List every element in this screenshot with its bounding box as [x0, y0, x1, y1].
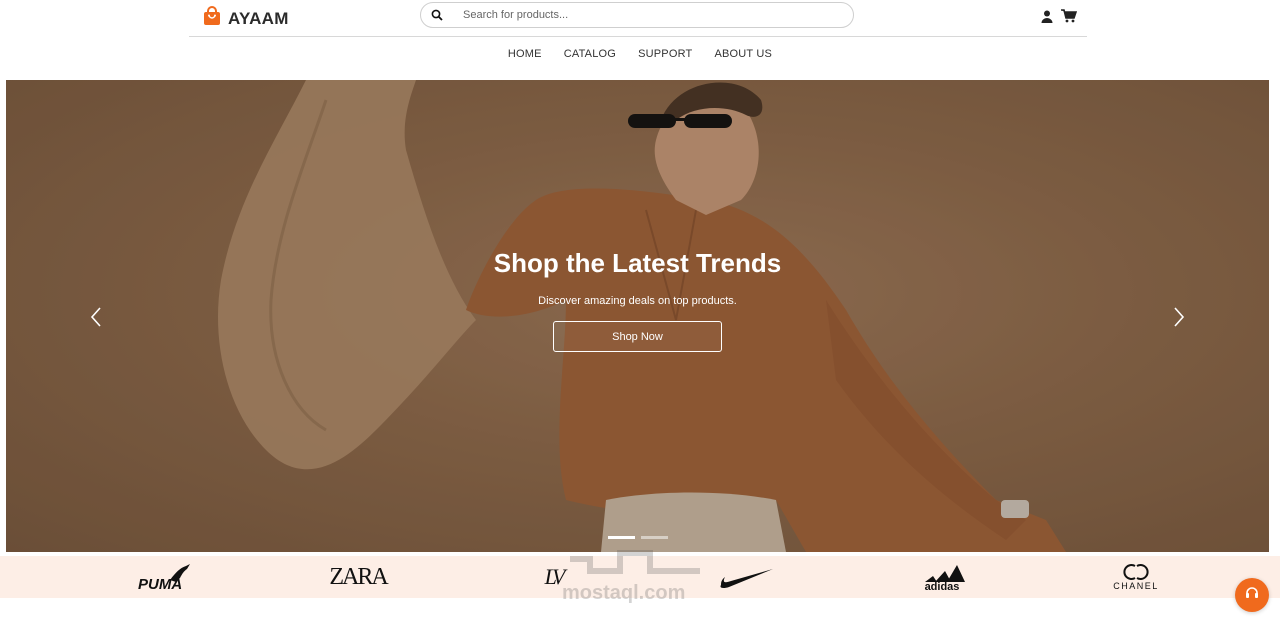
chevron-left-icon[interactable]: [89, 306, 103, 328]
brand-logos-strip: PUMA ZARA LV adidas CHANEL: [0, 556, 1280, 598]
brand-adidas-text: adidas: [924, 581, 960, 593]
carousel-indicators: [608, 536, 668, 539]
nav-item-support[interactable]: SUPPORT: [638, 48, 692, 64]
shop-now-button[interactable]: Shop Now: [553, 321, 722, 352]
header-bar: AYAAM: [189, 0, 1087, 37]
header-icons: [1039, 8, 1077, 24]
brand-logo-chanel[interactable]: CHANEL: [1108, 560, 1164, 594]
brand-logo-zara[interactable]: ZARA: [329, 560, 388, 594]
cart-icon[interactable]: [1061, 8, 1077, 24]
search-icon[interactable]: [421, 9, 453, 21]
brand-logo-adidas[interactable]: adidas: [916, 560, 968, 594]
main-nav: HOME CATALOG SUPPORT ABOUT US: [0, 48, 1280, 64]
hero-overlay: [6, 80, 1269, 552]
brand-logo-nike[interactable]: [718, 560, 776, 594]
carousel-dot-2[interactable]: [641, 536, 668, 539]
nav-item-catalog[interactable]: CATALOG: [564, 48, 616, 64]
brand-lv-text: LV: [544, 564, 566, 589]
shopping-bag-icon: [202, 6, 222, 31]
hero-title: Shop the Latest Trends: [493, 248, 782, 278]
brand-name: AYAAM: [228, 8, 289, 28]
nav-item-home[interactable]: HOME: [508, 48, 542, 64]
search-input[interactable]: [463, 9, 843, 21]
nav-item-about-us[interactable]: ABOUT US: [714, 48, 772, 64]
search-bar: [420, 2, 854, 28]
hero-subtitle: Discover amazing deals on top products.: [538, 295, 737, 307]
brand-zara-text: ZARA: [329, 563, 388, 590]
support-chat-button[interactable]: [1235, 578, 1269, 612]
carousel-dot-1[interactable]: [608, 536, 635, 539]
headset-icon: [1245, 586, 1259, 605]
chevron-right-icon[interactable]: [1172, 306, 1186, 328]
logo[interactable]: AYAAM: [202, 6, 289, 31]
user-icon[interactable]: [1039, 8, 1055, 24]
brand-logo-puma[interactable]: PUMA: [135, 560, 195, 594]
hero-carousel: Shop the Latest Trends Discover amazing …: [6, 80, 1269, 552]
brand-logo-lv[interactable]: LV: [538, 560, 568, 594]
brand-chanel-text: CHANEL: [1113, 581, 1159, 591]
